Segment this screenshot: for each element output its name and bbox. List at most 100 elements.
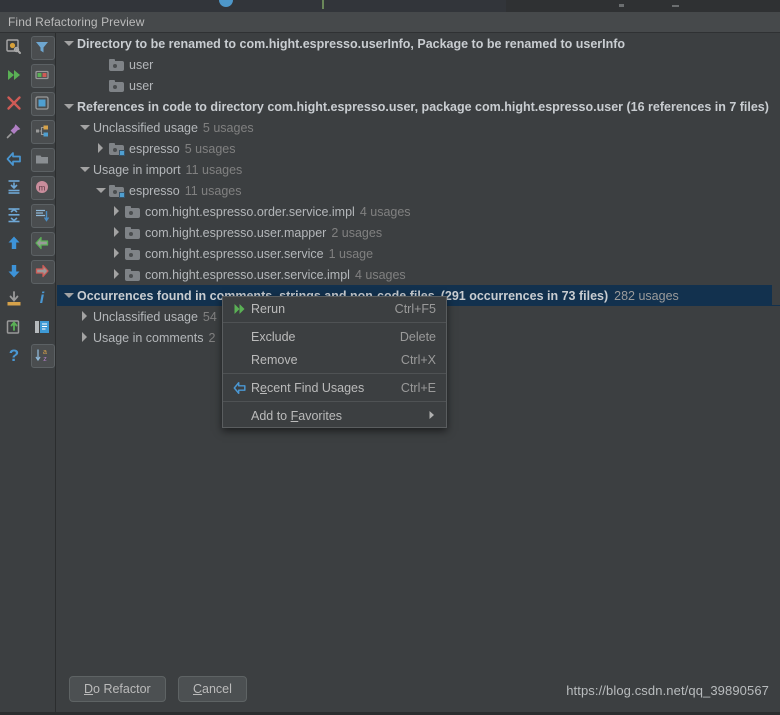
tree-row-usage-count: 4 usages (360, 205, 411, 219)
menu-item-add-to-favorites[interactable]: Add to Favorites (223, 404, 446, 427)
tree-row-label: espresso (129, 184, 180, 198)
tree-row[interactable]: espresso5 usages (57, 138, 780, 159)
tree-row-usage-count: 11 usages (186, 163, 243, 177)
menu-item-remove[interactable]: RemoveCtrl+X (223, 348, 446, 371)
tree-row-label: com.hight.espresso.order.service.impl (145, 205, 355, 219)
info-icon[interactable]: i (28, 285, 56, 313)
sort-alphabetically-icon[interactable]: a z (28, 341, 56, 369)
export-to-file-icon[interactable] (0, 285, 28, 313)
expand-arrow-icon[interactable] (111, 206, 122, 217)
dialog-button-bar: Do Refactor Cancel https://blog.csdn.net… (57, 666, 780, 715)
pin-icon[interactable] (0, 117, 28, 145)
tree-row-label: Unclassified usage (93, 310, 198, 324)
collapse-all-icon[interactable] (0, 201, 28, 229)
expand-arrow-icon[interactable] (79, 332, 90, 343)
group-by-structure-icon[interactable] (28, 117, 56, 145)
menu-item-label: Add to Favorites (251, 409, 420, 423)
tree-row[interactable]: com.hight.espresso.user.service1 usage (57, 243, 780, 264)
collapse-arrow-icon[interactable] (63, 38, 74, 49)
menu-item-exclude[interactable]: ExcludeDelete (223, 325, 446, 348)
folder-icon (109, 59, 124, 71)
collapse-arrow-icon[interactable] (95, 185, 106, 196)
expand-arrow-icon[interactable] (111, 227, 122, 238)
collapse-arrow-icon[interactable] (79, 164, 90, 175)
open-in-new-tab-icon[interactable] (0, 313, 28, 341)
do-refactor-label: Do Refactor (84, 682, 151, 696)
tree-row[interactable]: Usage in import 11 usages (57, 159, 780, 180)
tree-row[interactable]: References in code to directory com.high… (57, 96, 780, 117)
previous-usage-icon[interactable] (28, 229, 56, 257)
tree-row[interactable]: com.hight.espresso.user.service.impl4 us… (57, 264, 780, 285)
expand-arrow-icon[interactable] (111, 269, 122, 280)
tree-row[interactable]: com.hight.espresso.user.mapper2 usages (57, 222, 780, 243)
tree-row-label: Usage in comments (93, 331, 203, 345)
back-arrow-icon (231, 381, 249, 395)
menu-item-shortcut: Delete (400, 330, 436, 344)
folder-icon (109, 80, 124, 92)
expand-arrow-icon[interactable] (111, 248, 122, 259)
tree-row-label: Unclassified usage (93, 121, 198, 135)
usage-view-toolbar: ? m i a z (0, 33, 56, 715)
tree-row[interactable]: user (57, 54, 780, 75)
tree-row[interactable]: Directory to be renamed to com.hight.esp… (57, 33, 780, 54)
tree-row-label: Usage in import (93, 163, 181, 177)
close-icon[interactable] (0, 89, 28, 117)
scroll-up-icon[interactable] (0, 229, 28, 257)
toolbar-glyph-a-icon (619, 4, 624, 7)
tree-row-label: References in code to directory com.high… (77, 100, 769, 114)
menu-item-shortcut: Ctrl+X (401, 353, 436, 367)
tree-row[interactable]: com.hight.espresso.order.service.impl 4 u… (57, 201, 780, 222)
folder-icon (125, 248, 140, 260)
show-read-write-access-icon[interactable] (28, 61, 56, 89)
help-icon[interactable]: ? (0, 341, 28, 369)
tree-row-usage-count: 282 usages (614, 289, 679, 303)
tree-spacer-icon (95, 80, 106, 91)
group-by-file-structure-icon[interactable] (28, 201, 56, 229)
tree-row-usage-count: 2 (208, 331, 215, 345)
cancel-label: Cancel (193, 682, 232, 696)
filter-icon[interactable] (28, 33, 56, 61)
menu-separator (223, 373, 446, 374)
scroll-down-icon[interactable] (0, 257, 28, 285)
menu-separator (223, 401, 446, 402)
dialog-title: Find Refactoring Preview (8, 15, 144, 29)
selection-right-gap (772, 284, 780, 305)
tree-row[interactable]: espresso11 usages (57, 180, 780, 201)
expand-arrow-icon[interactable] (95, 143, 106, 154)
tree-row-label: user (129, 79, 153, 93)
folder-icon (125, 206, 140, 218)
next-usage-icon[interactable] (28, 257, 56, 285)
svg-text:m: m (39, 184, 46, 193)
tree-row-detail: (291 occurrences in 73 files) (441, 289, 608, 303)
group-by-module-icon[interactable] (28, 89, 56, 117)
menu-separator (223, 322, 446, 323)
tree-row-usage-count: 4 usages (355, 268, 406, 282)
menu-item-label: Rerun (251, 302, 395, 316)
menu-item-label: Exclude (251, 330, 400, 344)
expand-arrow-icon[interactable] (79, 311, 90, 322)
previous-occurrence-back-arrow-icon[interactable] (0, 145, 28, 173)
cancel-button[interactable]: Cancel (178, 676, 247, 702)
usage-context-menu[interactable]: RerunCtrl+F5ExcludeDeleteRemoveCtrl+XRec… (222, 296, 447, 428)
rerun-icon[interactable] (0, 61, 28, 89)
tree-row-label: com.hight.espresso.user.service (145, 247, 324, 261)
editor-strip-right (506, 0, 780, 12)
group-by-directory-icon[interactable] (28, 145, 56, 173)
menu-item-rerun[interactable]: RerunCtrl+F5 (223, 297, 446, 320)
collapse-arrow-icon[interactable] (63, 101, 74, 112)
merge-usages-icon[interactable]: m (28, 173, 56, 201)
tree-row[interactable]: Unclassified usage 5 usages (57, 117, 780, 138)
menu-item-recent-find-usages[interactable]: Recent Find UsagesCtrl+E (223, 376, 446, 399)
tree-row[interactable]: user (57, 75, 780, 96)
settings-gear-icon[interactable] (0, 33, 28, 61)
collapse-arrow-icon[interactable] (79, 122, 90, 133)
tree-row-usage-count: 5 usages (203, 121, 254, 135)
folder-icon (125, 227, 140, 239)
tree-row-label: com.hight.espresso.user.mapper (145, 226, 326, 240)
preview-usages-icon[interactable] (28, 313, 56, 341)
collapse-arrow-icon[interactable] (63, 290, 74, 301)
do-refactor-button[interactable]: Do Refactor (69, 676, 166, 702)
info-glyph: i (40, 291, 44, 307)
expand-all-icon[interactable] (0, 173, 28, 201)
rerun-icon (231, 302, 249, 316)
